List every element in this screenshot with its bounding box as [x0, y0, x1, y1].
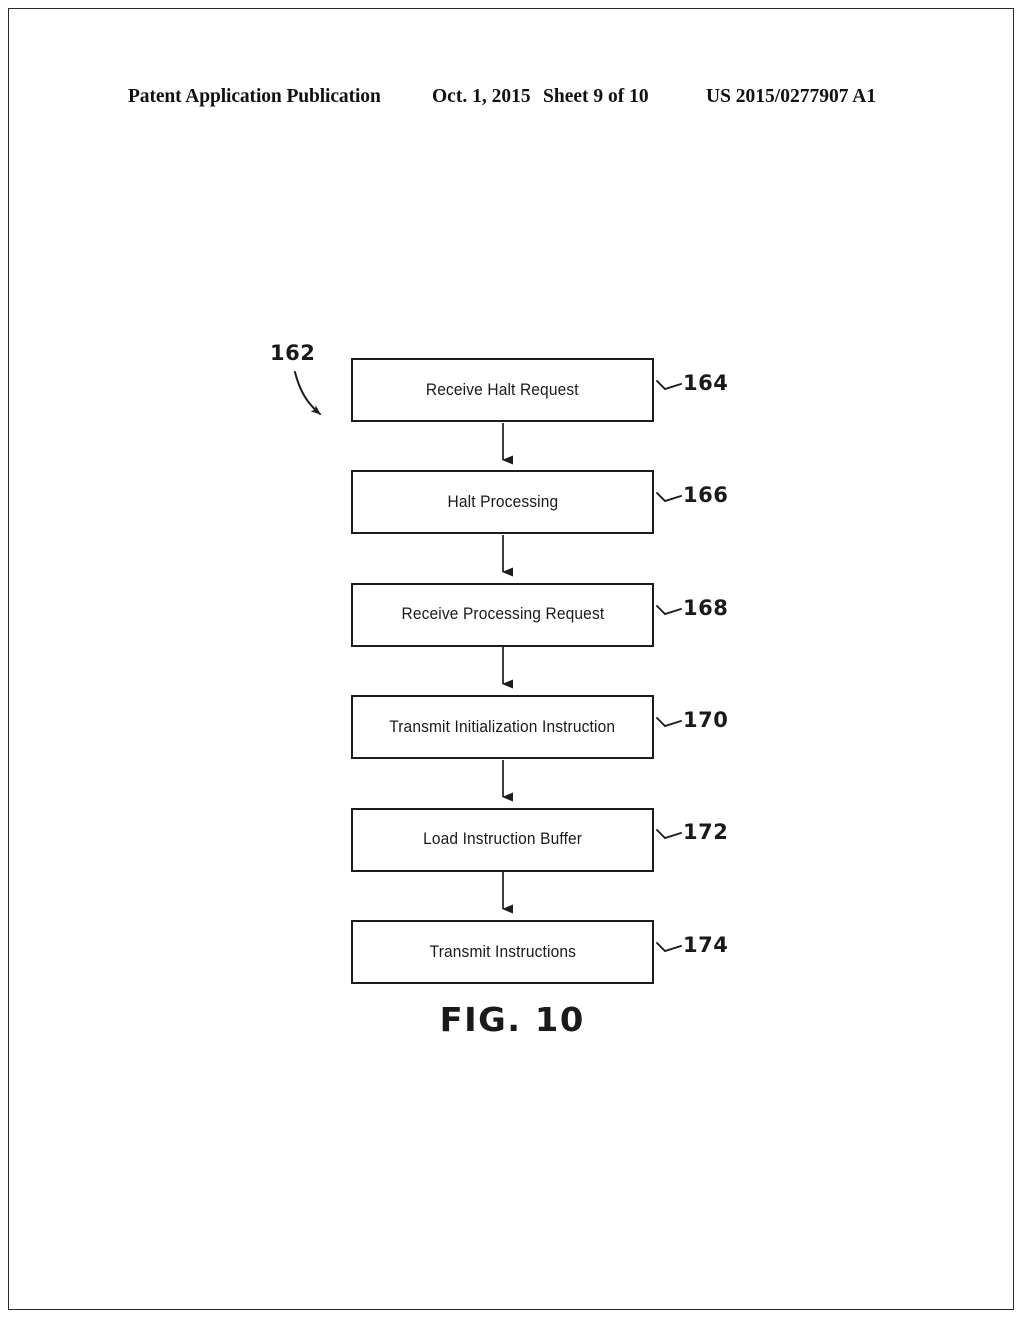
flow-step-box-170: Transmit Initialization Instruction: [351, 695, 654, 760]
flow-step-box-166: Halt Processing: [351, 470, 654, 535]
reference-numeral-168: 168: [683, 596, 729, 620]
lead-line-172: [656, 829, 682, 840]
flow-step-box-174: Transmit Instructions: [351, 920, 654, 984]
lead-line-170: [656, 717, 682, 728]
reference-numeral-170: 170: [683, 708, 729, 732]
lead-arrow-162: [294, 371, 321, 415]
lead-line-166: [656, 492, 682, 503]
patent-drawing-sheet: Patent Application Publication Oct. 1, 2…: [0, 0, 1024, 1320]
lead-line-174: [656, 942, 682, 953]
reference-numeral-166: 166: [683, 483, 729, 507]
flow-step-label-164: Receive Halt Request: [426, 380, 579, 399]
flow-step-label-172: Load Instruction Buffer: [422, 830, 583, 849]
figure-line-work: [294, 371, 682, 953]
figure-caption-text: FIG. 10: [439, 1000, 585, 1039]
lead-line-168: [656, 605, 682, 616]
flow-step-label-174: Transmit Instructions: [429, 942, 576, 961]
flow-step-label-170: Transmit Initialization Instruction: [389, 717, 616, 736]
figure-10-flowchart: 162 Receive Halt Request 164 Halt Proces…: [0, 0, 1024, 1320]
lead-line-164: [656, 380, 682, 391]
flow-step-label-168: Receive Processing Request: [401, 605, 604, 624]
reference-numeral-174: 174: [683, 933, 729, 957]
figure-reference-numeral-162: 162: [270, 341, 316, 365]
reference-numeral-164: 164: [683, 371, 729, 395]
flow-step-box-172: Load Instruction Buffer: [351, 807, 654, 872]
flow-step-box-168: Receive Processing Request: [351, 582, 654, 647]
reference-numeral-172: 172: [683, 820, 729, 844]
figure-caption: FIG. 10: [0, 1000, 1024, 1039]
flow-step-label-166: Halt Processing: [447, 492, 558, 511]
flow-step-box-164: Receive Halt Request: [351, 358, 654, 422]
